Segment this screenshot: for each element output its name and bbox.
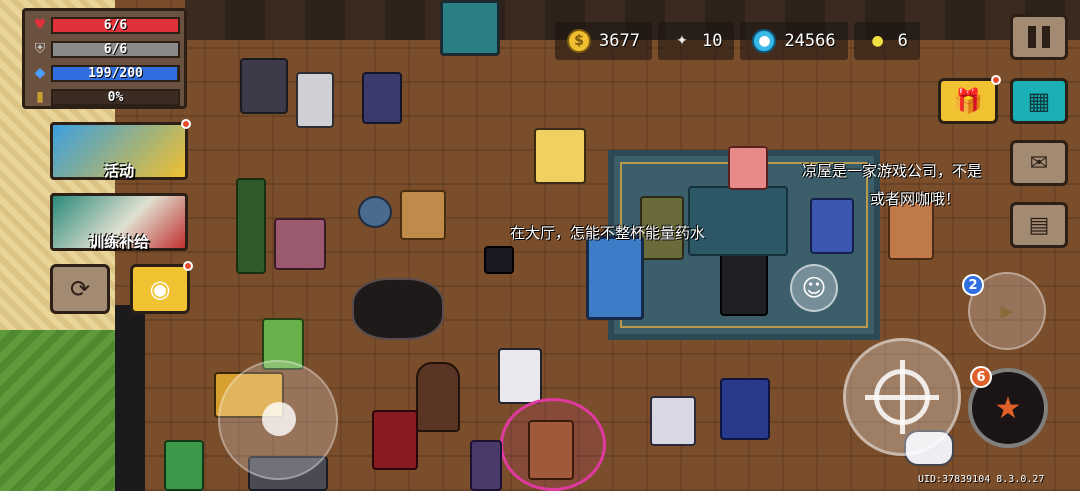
skill-icon: ★ <box>994 390 1022 426</box>
energy-text: 199/200 <box>88 65 143 81</box>
hp-bar: 6/6 <box>51 16 180 34</box>
computer-terminal <box>296 72 334 128</box>
gem-icon: ● <box>752 29 777 53</box>
charge-text: 0% <box>107 89 124 105</box>
character-bear <box>400 190 446 240</box>
coffin <box>416 362 460 432</box>
stats-panel: ♥ 6/6 ⛨ 6/6 ◆ 199/200 ▮ 0% <box>22 8 187 109</box>
arcade-machine <box>440 0 500 56</box>
crosshair-icon <box>865 360 939 434</box>
gift-icon: 🎁 <box>953 87 983 115</box>
pillar <box>115 305 145 491</box>
cart-icon: ▦ <box>1027 87 1051 115</box>
robot-character <box>586 236 644 320</box>
heart-icon: ♥ <box>33 17 47 33</box>
stairs-icon: ▤ <box>1028 212 1050 238</box>
feather-counter: ✦ 10 <box>657 22 735 60</box>
coin-icon: $ <box>567 29 591 53</box>
activity-label: 活动 <box>103 162 134 180</box>
charge-bar: 0% <box>51 88 180 106</box>
location-pin-icon: ◉ <box>149 275 171 303</box>
pause-icon <box>1028 26 1036 48</box>
npc-speech-line2: 或者网咖哦！ <box>870 190 961 208</box>
seed-value: 6 <box>897 31 908 51</box>
trash-bin <box>164 440 204 491</box>
diamond-icon: ◆ <box>34 65 46 81</box>
armor-text: 6/6 <box>103 41 128 57</box>
activity-button[interactable]: 活动 <box>50 119 191 180</box>
training-label: 训练补给 <box>88 233 149 251</box>
notification-dot <box>991 75 1001 85</box>
chat-icon: ✉ <box>1029 150 1049 176</box>
character-taoist <box>498 348 542 404</box>
charge-row: ▮ 0% <box>29 86 180 108</box>
gold-counter: $ 3677 <box>555 22 652 60</box>
character-assassin <box>720 252 768 316</box>
character-druid <box>274 218 326 270</box>
uid-label: UID:37839104 8.3.0.27 <box>918 474 1045 485</box>
switch-character-button[interactable]: ⟳ <box>50 264 110 314</box>
character-anubis <box>240 58 288 114</box>
gem-counter: ● 24566 <box>740 22 848 60</box>
character-demon <box>362 72 402 124</box>
potion-icon: ▮ <box>36 89 44 105</box>
character-vampire <box>372 410 418 470</box>
character-witch <box>528 420 574 480</box>
gem-value: 24566 <box>784 31 836 51</box>
shield-icon: ⛨ <box>34 41 46 57</box>
shop-button[interactable]: ▦ <box>1010 78 1068 124</box>
character-bartender <box>728 146 768 190</box>
black-cat <box>484 246 514 274</box>
bookshelf <box>470 440 502 491</box>
character-catgirl <box>888 200 934 260</box>
seed-counter: ● 6 <box>853 22 920 60</box>
armor-bar: 6/6 <box>51 40 180 58</box>
chat-button[interactable]: ✉ <box>1010 140 1068 186</box>
notification-dot <box>183 261 193 271</box>
hp-text: 6/6 <box>103 17 128 33</box>
bar-counter <box>688 186 788 256</box>
energy-row: ◆ 199/200 <box>29 62 180 84</box>
hp-row: ♥ 6/6 <box>29 14 180 36</box>
pause-button[interactable] <box>1010 14 1068 60</box>
npc-speech-line1: 凉屋是一家游戏公司，不是 <box>802 162 983 180</box>
gift-button[interactable]: 🎁 <box>938 75 1001 124</box>
joystick-knob[interactable] <box>262 402 296 436</box>
gold-value: 3677 <box>599 31 640 51</box>
barrel <box>358 196 392 228</box>
feather-value: 10 <box>701 31 723 51</box>
bush-area <box>0 330 115 491</box>
seed-icon: ● <box>871 33 884 49</box>
armor-row: ⛨ 6/6 <box>29 38 180 60</box>
build-button[interactable]: ▤ <box>1010 202 1068 248</box>
swap-icon: ⟳ <box>69 275 91 303</box>
emote-button[interactable]: ☺ <box>790 264 838 312</box>
energy-bar: 199/200 <box>51 64 180 82</box>
attack-button[interactable] <box>843 338 961 456</box>
pistol-icon: ▸ <box>1000 296 1014 326</box>
character-elf <box>650 396 696 446</box>
smiley-icon: ☺ <box>801 274 827 302</box>
resource-bar: $ 3677 ✦ 10 ● 24566 ● 6 <box>555 22 920 60</box>
weapon-count-badge: 2 <box>962 274 984 296</box>
training-supply-button[interactable]: 训练补给 <box>50 193 188 251</box>
mystery-box <box>352 278 444 340</box>
feather-icon: ✦ <box>676 33 688 49</box>
character-priestess <box>810 198 854 254</box>
map-pin-button[interactable]: ◉ <box>130 261 193 314</box>
notification-dot <box>181 119 191 129</box>
character-gentleman <box>534 128 586 184</box>
plant <box>236 178 266 274</box>
character-wizard <box>720 378 770 440</box>
skill-count-badge: 6 <box>970 366 992 388</box>
hall-speech: 在大厅，怎能不整杯能量药水 <box>510 224 706 242</box>
